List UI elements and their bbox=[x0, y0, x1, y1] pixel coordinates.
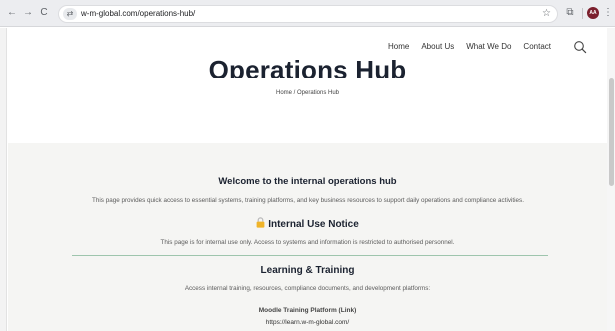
forward-button[interactable]: → bbox=[22, 7, 34, 19]
main-content: Welcome to the internal operations hub T… bbox=[8, 143, 607, 331]
search-icon[interactable] bbox=[573, 40, 587, 54]
notice-heading-text: Internal Use Notice bbox=[268, 219, 359, 230]
web-page: Home About Us What We Do Contact Operati… bbox=[0, 28, 615, 331]
profile-avatar[interactable]: AA bbox=[587, 7, 599, 19]
url-text[interactable]: w-m-global.com/operations-hub/ bbox=[81, 9, 195, 18]
notice-paragraph: This page is for internal use only. Acce… bbox=[160, 239, 455, 246]
nav-what-we-do-link[interactable]: What We Do bbox=[466, 42, 511, 51]
breadcrumb[interactable]: Home / Operations Hub bbox=[8, 90, 607, 96]
moodle-link-url[interactable]: https://learn.w-m-global.com/ bbox=[8, 319, 607, 326]
section-divider bbox=[72, 255, 548, 256]
nav-contact-link[interactable]: Contact bbox=[523, 42, 551, 51]
learning-paragraph: Access internal training, resources, com… bbox=[184, 285, 431, 292]
address-bar[interactable]: ⇄ w-m-global.com/operations-hub/ ☆ bbox=[58, 5, 558, 23]
browser-toolbar: ← → C ⇄ w-m-global.com/operations-hub/ ☆… bbox=[0, 0, 615, 27]
extensions-icon[interactable]: ⧉ bbox=[564, 7, 576, 19]
back-button[interactable]: ← bbox=[6, 7, 18, 19]
page-title: Operations Hub bbox=[208, 56, 407, 78]
bookmark-star-icon[interactable]: ☆ bbox=[542, 8, 551, 20]
page-scrollbar[interactable] bbox=[607, 28, 615, 331]
welcome-heading: Welcome to the internal operations hub bbox=[218, 176, 397, 187]
lock-icon bbox=[256, 217, 265, 231]
learning-heading: Learning & Training bbox=[260, 265, 355, 276]
nav-about-link[interactable]: About Us bbox=[421, 42, 454, 51]
reload-button[interactable]: C bbox=[38, 7, 50, 19]
nav-home-link[interactable]: Home bbox=[388, 42, 409, 51]
intro-paragraph: This page provides quick access to essen… bbox=[92, 197, 524, 204]
site-header: Home About Us What We Do Contact Operati… bbox=[8, 28, 607, 143]
site-info-icon[interactable]: ⇄ bbox=[63, 8, 77, 20]
browser-menu-icon[interactable]: ⋮ bbox=[603, 7, 613, 19]
main-navigation: Home About Us What We Do Contact bbox=[388, 42, 551, 51]
moodle-link-title[interactable]: Moodle Training Platform (Link) bbox=[8, 307, 607, 314]
page-left-edge bbox=[0, 28, 7, 331]
toolbar-divider bbox=[582, 8, 583, 19]
scrollbar-thumb[interactable] bbox=[609, 78, 614, 186]
notice-heading: Internal Use Notice bbox=[8, 217, 607, 231]
